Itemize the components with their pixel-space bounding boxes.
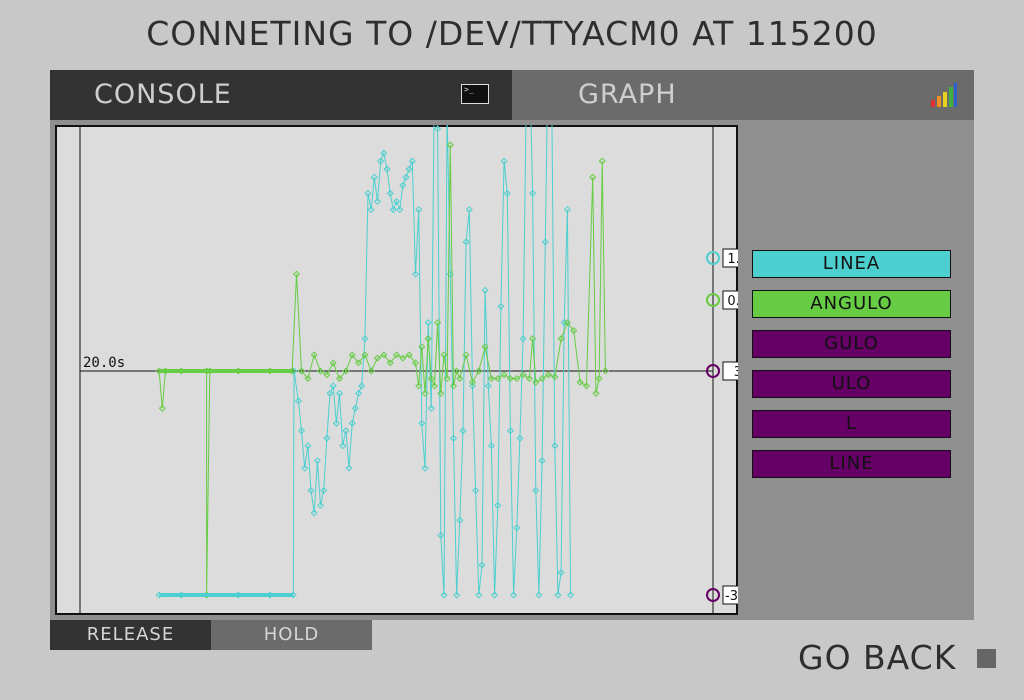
legend-item-gulo[interactable]: GULO <box>752 330 951 358</box>
tab-graph-label: GRAPH <box>578 79 677 110</box>
page-title: CONNETING TO /DEV/TTYACM0 AT 115200 <box>146 14 878 53</box>
graph-plot[interactable]: 20.0s 1.4K 0.9K 30 -3.0K <box>55 125 738 615</box>
tab-graph[interactable]: GRAPH <box>512 70 974 120</box>
scale-marker-label: 0.9K <box>727 294 738 309</box>
go-back-button[interactable]: GO BACK <box>798 638 956 677</box>
time-label: 20.0s <box>83 355 125 371</box>
go-back-square-icon[interactable] <box>977 649 996 668</box>
scale-marker-label: 1.4K <box>727 252 738 267</box>
legend-item-angulo[interactable]: ANGULO <box>752 290 951 318</box>
tab-bar: CONSOLE >_ GRAPH <box>50 70 974 120</box>
bar-chart-icon <box>931 83 957 107</box>
legend-item-linea[interactable]: LINEA <box>752 250 951 278</box>
scale-marker-label: -3.0K <box>725 589 738 604</box>
terminal-icon: >_ <box>461 84 489 104</box>
tab-console-label: CONSOLE <box>94 79 232 110</box>
legend-item-line[interactable]: LINE <box>752 450 951 478</box>
scale-marker-label: 30 <box>734 365 738 380</box>
legend-item-ulo[interactable]: ULO <box>752 370 951 398</box>
legend-item-l[interactable]: L <box>752 410 951 438</box>
tab-console[interactable]: CONSOLE >_ <box>50 70 512 120</box>
hold-button[interactable]: HOLD <box>211 620 372 650</box>
release-button[interactable]: RELEASE <box>50 620 211 650</box>
